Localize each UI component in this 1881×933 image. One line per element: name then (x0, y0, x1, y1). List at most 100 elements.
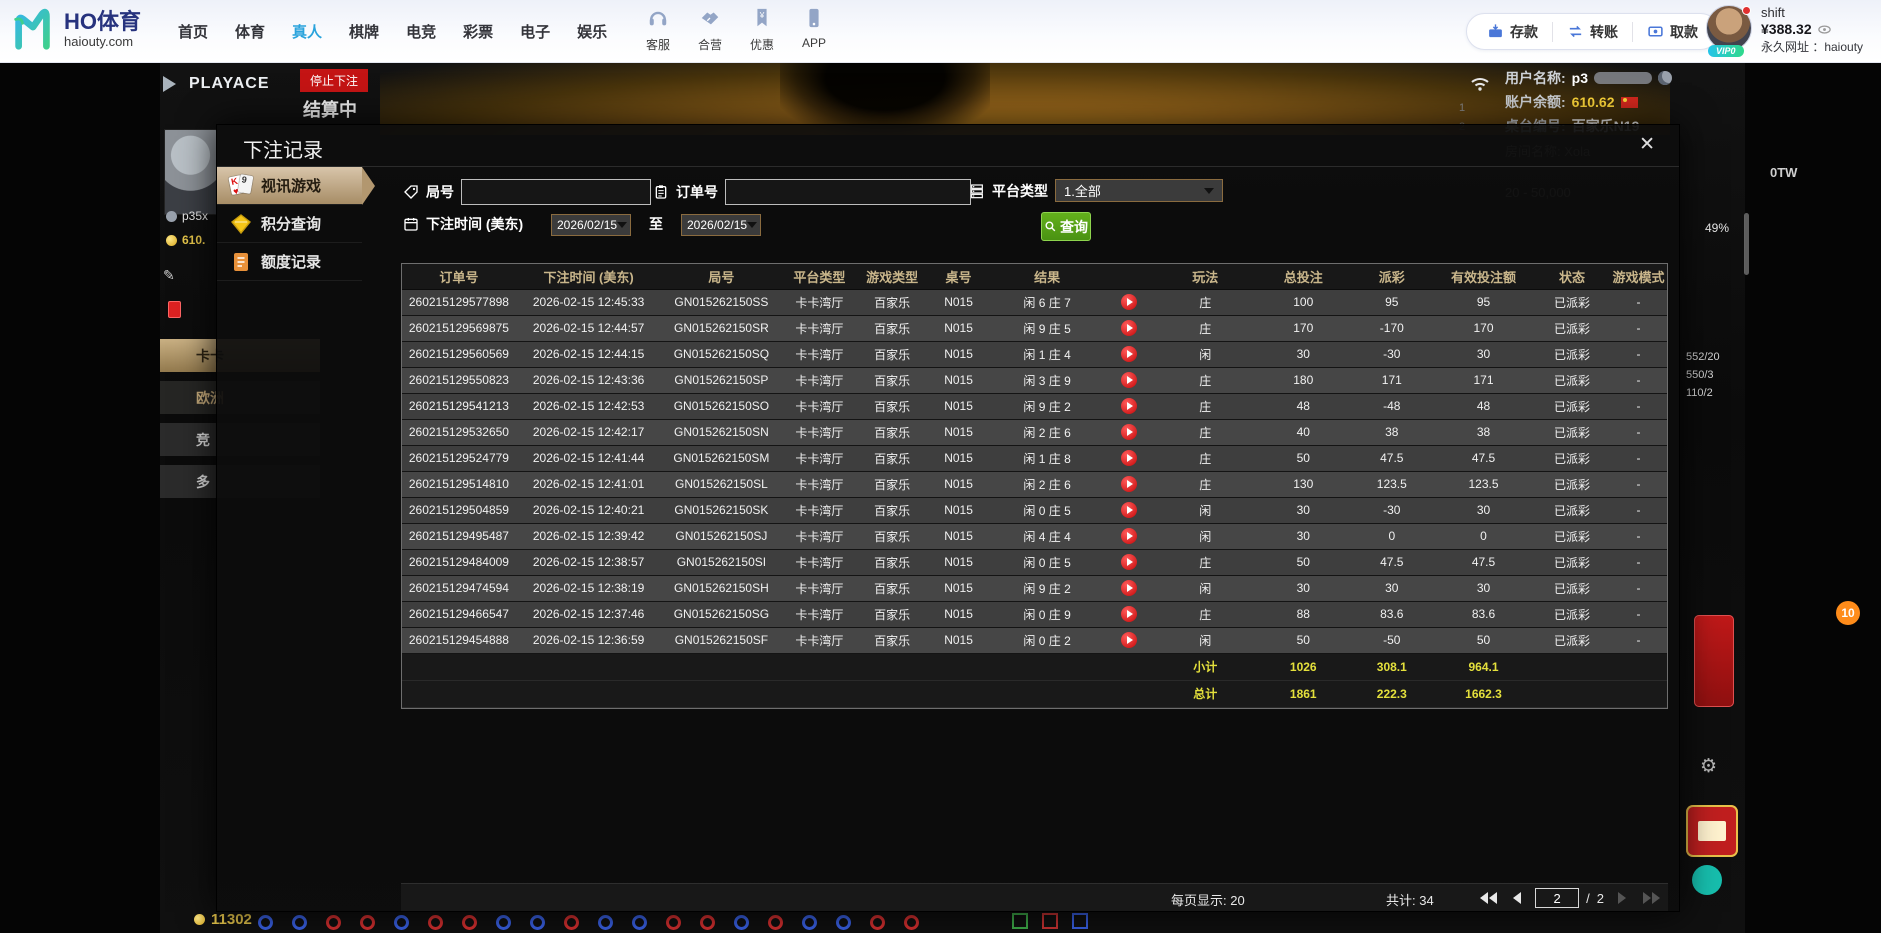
play-video-button[interactable] (1121, 528, 1137, 544)
cell-round: GN015262150SH (661, 575, 781, 601)
cell-bet: 50 (1256, 627, 1351, 653)
cell-result: 闲 0 庄 5 (990, 497, 1104, 523)
column-header: 游戏类型 (857, 264, 927, 289)
play-video-button[interactable] (1121, 476, 1137, 492)
quick-link-客服[interactable]: 客服 (641, 7, 675, 53)
prev-page-button[interactable] (1506, 887, 1528, 909)
moon-icon[interactable] (1658, 71, 1672, 85)
search-button[interactable]: 查询 (1041, 212, 1091, 241)
play-video-button[interactable] (1121, 320, 1137, 336)
chevron-down-icon (1204, 188, 1214, 194)
quick-link-合营[interactable]: 合营 (693, 7, 727, 53)
cell-round: GN015262150SR (661, 315, 781, 341)
cell-time: 2026-02-15 12:42:53 (516, 393, 661, 419)
nav-item-娱乐[interactable]: 娱乐 (577, 21, 607, 42)
play-video-button[interactable] (1121, 294, 1137, 310)
brand-title: HO体育 (64, 10, 141, 34)
cell-payout: -48 (1351, 393, 1433, 419)
play-video-button[interactable] (1121, 554, 1137, 570)
clipboard-icon (653, 184, 669, 200)
platform-select[interactable]: 1.全部 (1055, 179, 1223, 202)
support-icon (647, 7, 669, 34)
site-logo[interactable]: HO体育 haiouty.com (10, 6, 141, 52)
sidebar-item-视讯游戏[interactable]: K♥9视讯游戏 (217, 167, 362, 205)
play-video-button[interactable] (1121, 632, 1137, 648)
chat-bubble-button[interactable] (1692, 865, 1722, 895)
column-header: 玩法 (1155, 264, 1256, 289)
count-badge: 10 (1836, 601, 1860, 625)
cell-payout: 171 (1351, 367, 1433, 393)
vendor-logo: PLAYACE (163, 75, 270, 93)
cell-result: 闲 2 庄 6 (990, 471, 1104, 497)
cell-valid: 38 (1433, 419, 1534, 445)
side-red-tab[interactable] (1694, 615, 1734, 707)
play-video-button[interactable] (1121, 398, 1137, 414)
scrollbar-thumb[interactable] (1744, 213, 1749, 275)
first-page-button[interactable] (1477, 887, 1499, 909)
tag-icon (403, 184, 419, 200)
cell-platform: 卡卡湾厅 (781, 497, 857, 523)
cell-platform: 卡卡湾厅 (781, 315, 857, 341)
cell-order: 260215129569875 (402, 315, 516, 341)
play-video-button[interactable] (1121, 502, 1137, 518)
bet-record-modal: 下注记录 ✕ K♥9视讯游戏积分查询额度记录 局号 订单号 平台类型 (216, 124, 1680, 912)
nav-item-体育[interactable]: 体育 (235, 21, 265, 42)
nav-item-首页[interactable]: 首页 (178, 21, 208, 42)
date-from-select[interactable]: 2026/02/15 (551, 214, 631, 236)
order-input[interactable] (725, 179, 971, 205)
cell-bet: 48 (1256, 393, 1351, 419)
column-header: 派彩 (1351, 264, 1433, 289)
sidebar-item-额度记录[interactable]: 额度记录 (217, 243, 362, 281)
sidebar-item-label: 额度记录 (261, 251, 321, 272)
close-icon[interactable]: ✕ (1639, 134, 1655, 156)
nav-item-彩票[interactable]: 彩票 (463, 21, 493, 42)
next-page-button[interactable] (1611, 887, 1633, 909)
road-box-blue (1072, 913, 1088, 929)
cell-video (1104, 601, 1155, 627)
quick-link-APP[interactable]: APP (797, 7, 831, 53)
wallet-action-转账[interactable]: 转账 (1552, 22, 1632, 42)
play-video-button[interactable] (1121, 424, 1137, 440)
play-video-button[interactable] (1121, 450, 1137, 466)
eye-icon[interactable] (1817, 22, 1832, 37)
nav-item-棋牌[interactable]: 棋牌 (349, 21, 379, 42)
subtotal-valid: 964.1 (1433, 653, 1534, 680)
platform-filter-label: 平台类型 (992, 181, 1048, 201)
cell-play: 闲 (1155, 497, 1256, 523)
cell-round: GN015262150SK (661, 497, 781, 523)
promo-red-tile[interactable] (1686, 805, 1738, 857)
cell-valid: 30 (1433, 497, 1534, 523)
cell-bet: 180 (1256, 367, 1351, 393)
edit-icon[interactable]: ✎ (163, 267, 175, 284)
cell-game: 百家乐 (857, 393, 927, 419)
last-page-button[interactable] (1640, 887, 1662, 909)
grand-total-row: 总计 1861 222.3 1662.3 (402, 680, 1667, 707)
round-input[interactable] (461, 179, 651, 205)
play-video-button[interactable] (1121, 606, 1137, 622)
info-row-value: p3 (1572, 70, 1588, 86)
gear-icon[interactable]: ⚙ (1700, 755, 1717, 778)
avatar[interactable]: VIP0 (1706, 5, 1752, 51)
wallet-action-label: 取款 (1670, 22, 1698, 42)
cell-round: GN015262150SO (661, 393, 781, 419)
play-video-button[interactable] (1121, 346, 1137, 362)
page-input[interactable] (1535, 888, 1579, 908)
play-video-button[interactable] (1121, 372, 1137, 388)
nav-item-电竞[interactable]: 电竞 (406, 21, 436, 42)
total-label: 总计 (1155, 680, 1256, 707)
column-header: 有效投注额 (1433, 264, 1534, 289)
play-video-button[interactable] (1121, 580, 1137, 596)
cell-table: N015 (927, 445, 990, 471)
top-bar: HO体育 haiouty.com 首页 体育 真人 棋牌 电竞 彩票 电子 娱乐 客服合营 ¥优… (0, 0, 1881, 63)
table-row: 2602151294745942026-02-15 12:38:19GN0152… (402, 575, 1667, 601)
nav-item-真人[interactable]: 真人 (292, 21, 322, 42)
cell-order: 260215129474594 (402, 575, 516, 601)
quick-link-优惠[interactable]: ¥优惠 (745, 7, 779, 53)
bead-dot (326, 915, 341, 930)
date-to-select[interactable]: 2026/02/15 (681, 214, 761, 236)
wallet-action-存款[interactable]: 存款 (1473, 22, 1552, 42)
wallet-action-取款[interactable]: 取款 (1632, 22, 1712, 42)
cell-payout: -30 (1351, 497, 1433, 523)
nav-item-电子[interactable]: 电子 (520, 21, 550, 42)
sidebar-item-积分查询[interactable]: 积分查询 (217, 205, 362, 243)
